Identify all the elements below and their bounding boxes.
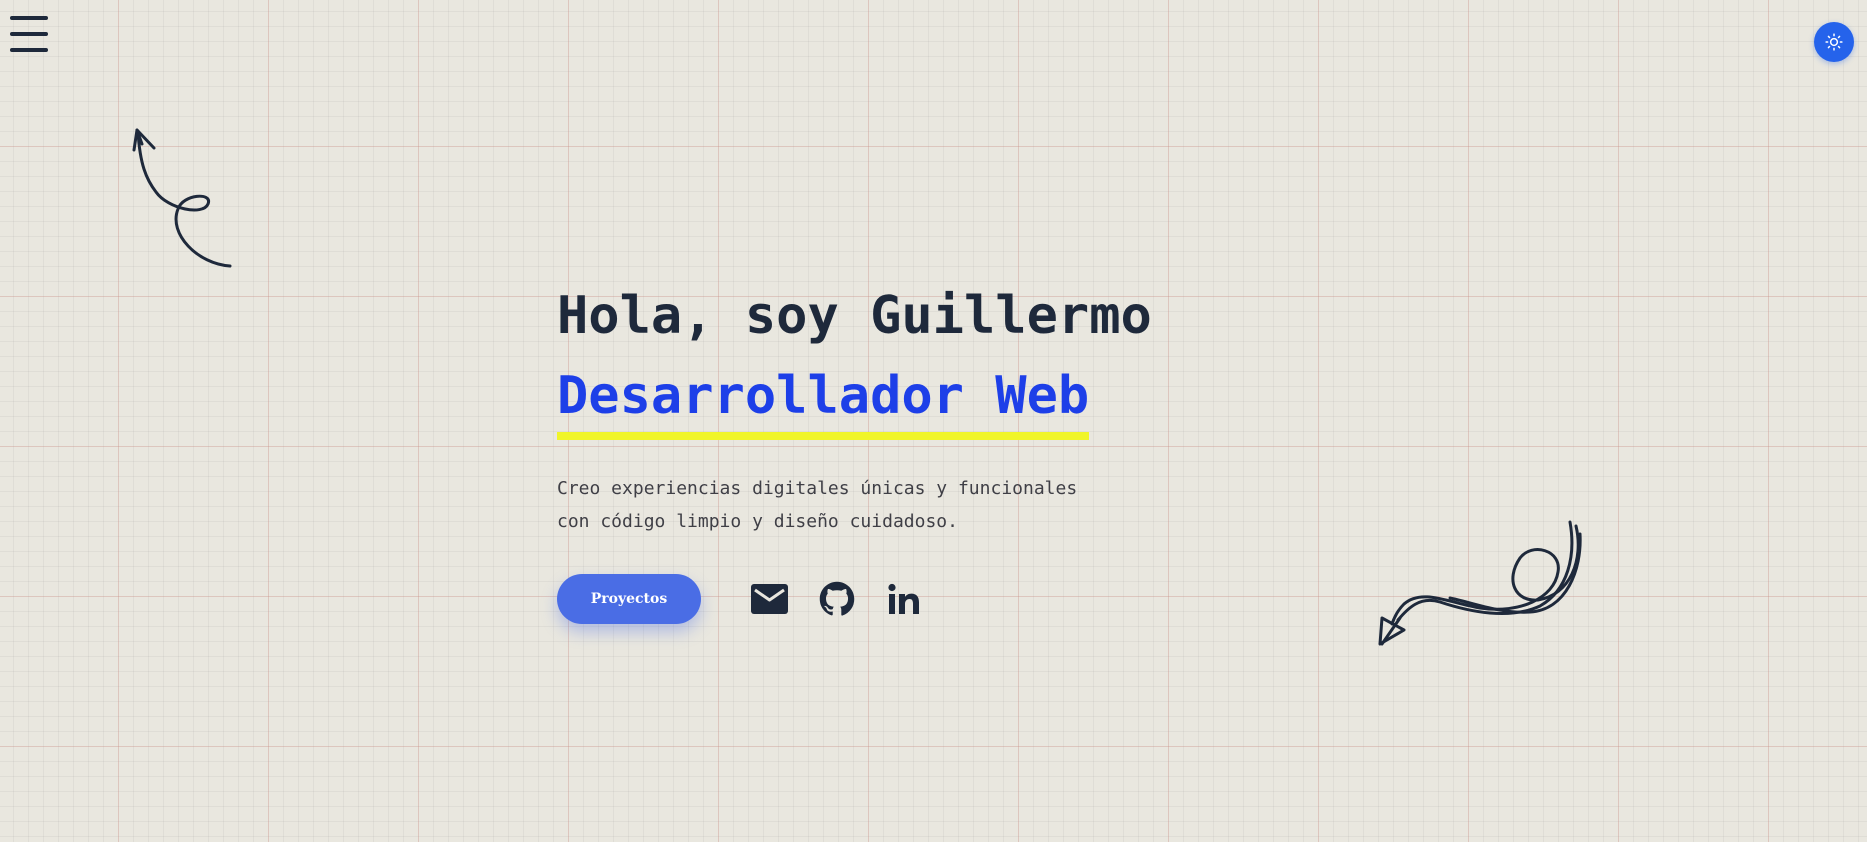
hero-description: Creo experiencias digitales únicas y fun…: [557, 472, 1317, 538]
hero-greeting: Hola, soy Guillermo: [557, 286, 1152, 346]
hero-description-line: con código limpio y diseño cuidadoso.: [557, 511, 958, 532]
hero-role-text: Desarrollador Web: [557, 366, 1090, 426]
hamburger-menu-icon-bar: [10, 48, 48, 52]
projects-button[interactable]: Proyectos: [557, 574, 701, 624]
curly-arrow-up-icon: [132, 128, 232, 268]
hero-role: Desarrollador Web: [557, 356, 1090, 440]
sun-icon: [1825, 33, 1843, 51]
hamburger-menu-icon-bar: [10, 16, 48, 20]
social-links: [751, 581, 922, 618]
linkedin-link[interactable]: [885, 581, 922, 618]
menu-button[interactable]: [10, 16, 48, 52]
github-link[interactable]: [818, 581, 855, 618]
role-underline-highlight: [557, 432, 1090, 440]
hero-title: Hola, soy Guillermo Desarrollador Web: [557, 276, 1317, 440]
hero-description-line: Creo experiencias digitales únicas y fun…: [557, 478, 1078, 499]
hero-section: Hola, soy Guillermo Desarrollador Web Cr…: [557, 276, 1317, 624]
curly-arrow-down-left-icon: [1378, 520, 1582, 646]
linkedin-icon: [887, 583, 919, 614]
hamburger-menu-icon-bar: [10, 32, 48, 36]
theme-toggle-button[interactable]: [1814, 22, 1854, 62]
mail-icon: [751, 584, 788, 614]
github-icon: [819, 581, 854, 616]
email-link[interactable]: [751, 581, 788, 618]
hero-actions: Proyectos: [557, 574, 1317, 624]
